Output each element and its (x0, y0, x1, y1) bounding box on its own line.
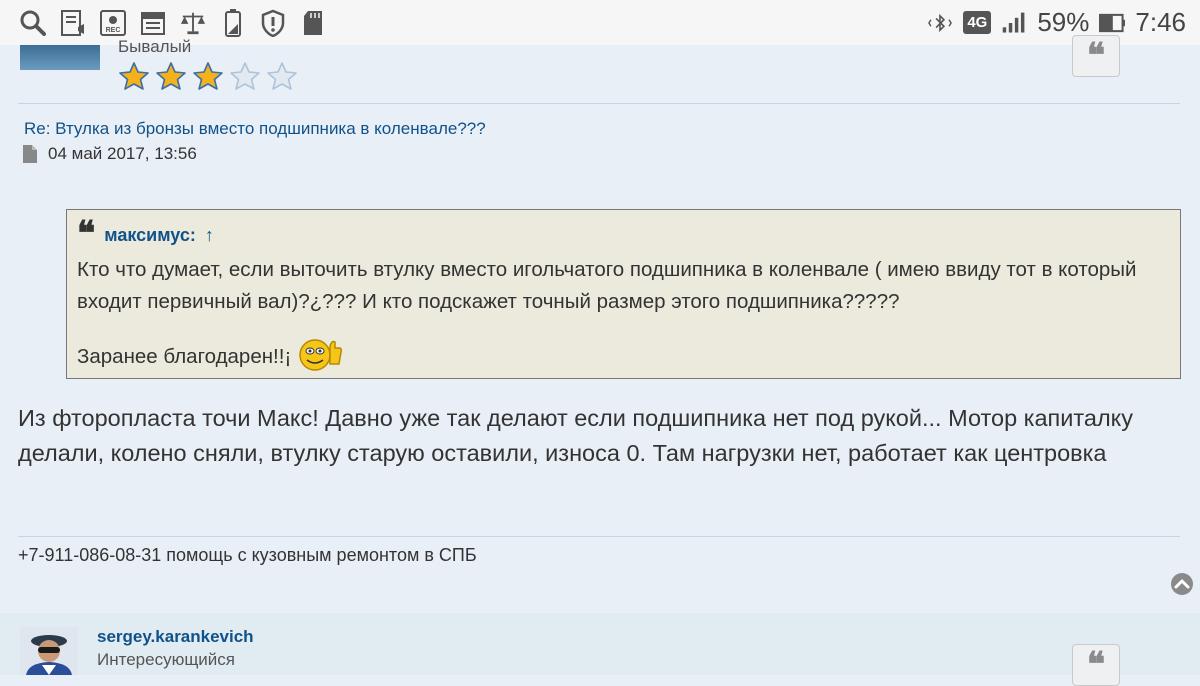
star-filled-icon (193, 62, 223, 90)
scales-icon (180, 9, 206, 37)
divider (18, 103, 1180, 104)
network-type-badge: 4G (963, 11, 992, 34)
shield-alert-icon (260, 9, 286, 37)
clock: 7:46 (1135, 7, 1186, 37)
battery-icon (1099, 9, 1126, 37)
post-title-link[interactable]: Re: Втулка из бронзы вместо подшипника в… (24, 119, 486, 139)
recorder-icon: REC (100, 9, 126, 37)
battery-percent: 59% (1037, 7, 1090, 37)
calendar-icon (140, 9, 166, 37)
sd-card-icon (300, 9, 326, 37)
search-icon (20, 9, 46, 37)
post-date: 04 май 2017, 13:56 (48, 144, 197, 163)
jump-to-post-link[interactable]: ↑ (205, 225, 214, 246)
quote-thanks-text: Заранее благодарен!!¡ (77, 345, 292, 368)
signature-divider (18, 536, 1180, 537)
quote-button[interactable]: ❝ (1072, 644, 1120, 686)
quote-text: Кто что думает, если выточить втулку вме… (77, 258, 1137, 313)
forum-post: Бывалый ❝ Re: Втулка из бронзы вместо по… (0, 35, 1200, 606)
quote-icon: ❝ (1086, 645, 1106, 685)
rating-stars (118, 61, 298, 91)
star-empty-icon (267, 62, 297, 90)
avatar[interactable] (20, 627, 78, 675)
document-icon (22, 144, 38, 169)
author-rank: Бывалый (118, 37, 192, 56)
signal-strength-icon (1001, 9, 1027, 37)
forum-post: sergey.karankevich Интересующийся ❝ (0, 613, 1200, 686)
quote-icon: ❝ (1086, 36, 1106, 76)
star-empty-icon (230, 62, 260, 90)
avatar[interactable] (20, 45, 100, 70)
bluetooth-vibrate-icon (927, 9, 953, 37)
quote-author-link[interactable]: максимус: (104, 225, 196, 246)
svg-text:REC: REC (106, 27, 121, 34)
signature: +7-911-086-08-31 помощь с кузовным ремон… (18, 545, 477, 565)
quote-block: ❝ максимус: ↑ Кто что думает, если выточ… (66, 209, 1181, 379)
author-link[interactable]: sergey.karankevich (97, 627, 254, 647)
star-filled-icon (156, 62, 186, 90)
quote-marks-icon: ❝ (77, 214, 96, 254)
quote-button[interactable]: ❝ (1072, 35, 1120, 77)
news-icon (60, 9, 86, 37)
back-to-top-icon[interactable] (1170, 572, 1194, 596)
battery-outline-icon (220, 8, 246, 37)
star-filled-icon (119, 62, 149, 90)
post-content: Из фторопласта точи Макс! Давно уже так … (18, 405, 1133, 466)
thumbs-up-smiley-icon (297, 336, 343, 378)
author-rank: Интересующийся (97, 650, 236, 669)
